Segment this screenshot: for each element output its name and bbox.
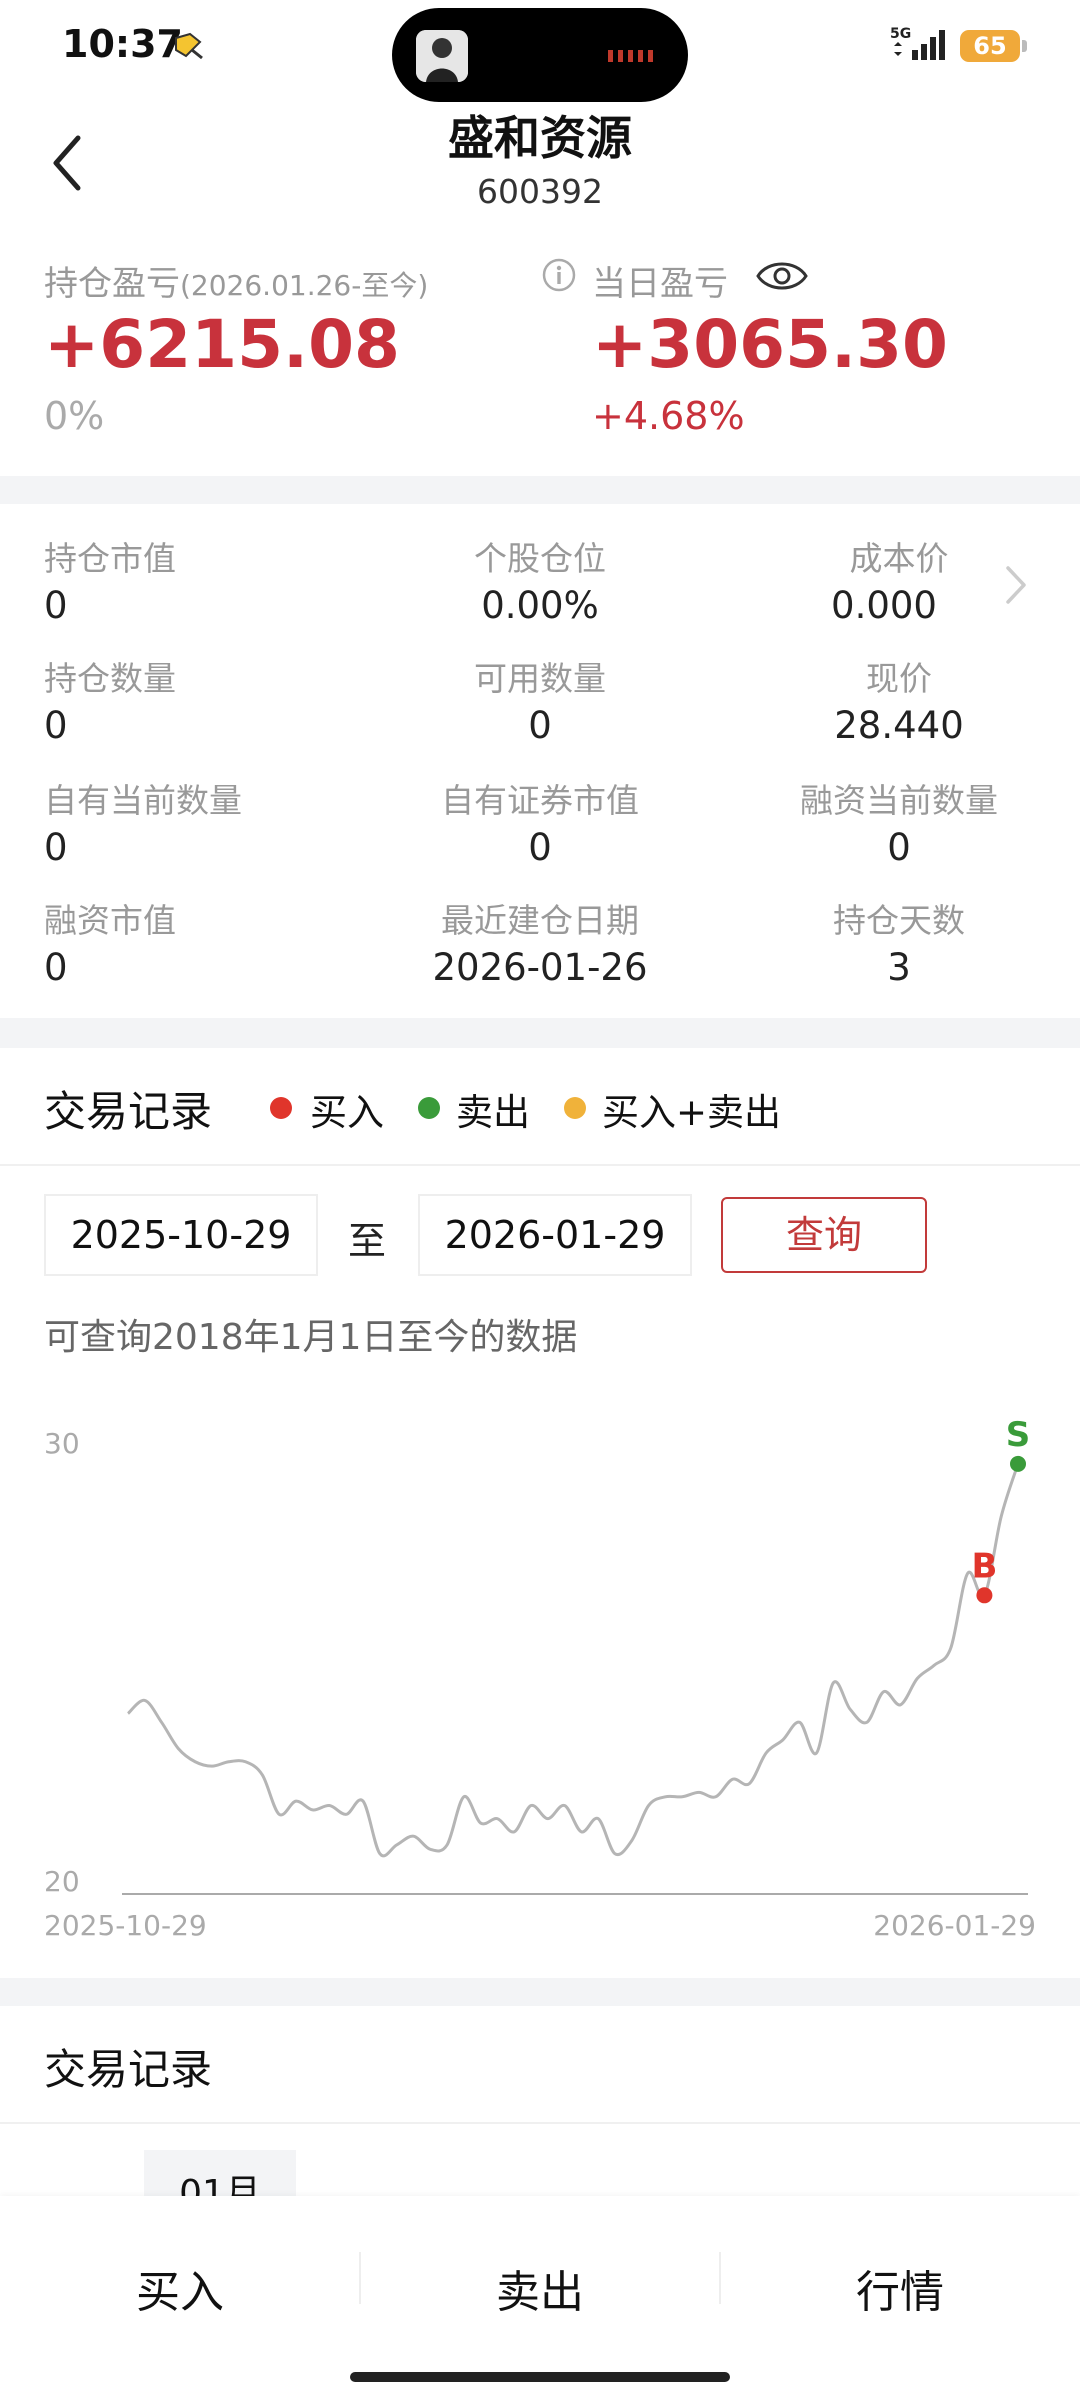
sell-button[interactable]: 卖出 bbox=[360, 2256, 720, 2320]
margin-value: 0 bbox=[44, 946, 68, 989]
dynamic-island bbox=[392, 8, 688, 102]
section-divider bbox=[0, 1978, 1080, 2006]
holding-pl-range: (2026.01.26-至今) bbox=[180, 269, 429, 302]
last-open-date: 2026-01-26 bbox=[432, 946, 648, 989]
sell-marker bbox=[1010, 1455, 1026, 1472]
start-date-input[interactable]: 2025-10-29 bbox=[44, 1194, 318, 1276]
own-securities-value: 0 bbox=[528, 826, 552, 869]
own-qty: 0 bbox=[44, 826, 68, 869]
legend-both-label: 买入+卖出 bbox=[602, 1091, 782, 1134]
sell-marker-label: S bbox=[1006, 1415, 1031, 1455]
margin-qty-label: 融资当前数量 bbox=[800, 781, 998, 820]
battery-tip bbox=[1022, 40, 1027, 52]
bottom-action-bar: 买入 卖出 行情 bbox=[0, 2196, 1080, 2400]
end-date-input[interactable]: 2026-01-29 bbox=[418, 1194, 692, 1276]
buy-marker bbox=[976, 1587, 993, 1604]
holding-qty: 0 bbox=[44, 704, 68, 747]
holding-days-label: 持仓天数 bbox=[833, 901, 965, 940]
last-open-date-label: 最近建仓日期 bbox=[441, 901, 639, 940]
legend-both-dot bbox=[564, 1097, 586, 1119]
daily-pl-percent: +4.68% bbox=[592, 394, 745, 438]
holding-pl-label: 持仓盈亏(2026.01.26-至今) bbox=[44, 264, 429, 304]
market-button[interactable]: 行情 bbox=[720, 2256, 1080, 2320]
battery-indicator: 65 bbox=[960, 30, 1020, 62]
x-tick-label: 2026-01-29 bbox=[873, 1909, 1036, 1942]
y-tick-label: 30 bbox=[44, 1427, 80, 1460]
daily-pl-value: +3065.30 bbox=[592, 306, 948, 383]
trades-title: 交易记录 bbox=[44, 1087, 213, 1136]
avatar bbox=[416, 30, 468, 82]
legend-sell-dot bbox=[418, 1097, 440, 1119]
available-qty-label: 可用数量 bbox=[474, 659, 606, 698]
section-divider bbox=[0, 476, 1080, 504]
current-price-label: 现价 bbox=[866, 659, 932, 698]
holding-pl-percent: 0% bbox=[44, 394, 105, 438]
info-icon[interactable] bbox=[542, 258, 576, 292]
range-to-label: 至 bbox=[348, 1219, 387, 1263]
query-button[interactable]: 查询 bbox=[721, 1197, 927, 1273]
holding-qty-label: 持仓数量 bbox=[44, 659, 176, 698]
margin-qty: 0 bbox=[887, 826, 911, 869]
market-value: 0 bbox=[44, 584, 68, 627]
market-value-label: 持仓市值 bbox=[44, 539, 176, 578]
chevron-right-icon[interactable] bbox=[1000, 560, 1030, 610]
svg-text:5G: 5G bbox=[890, 26, 911, 42]
section-divider bbox=[0, 1018, 1080, 1048]
records-title: 交易记录 bbox=[44, 2045, 213, 2094]
status-bar: 10:37 5G 65 bbox=[0, 0, 1080, 102]
price-line bbox=[126, 1463, 1020, 1858]
holding-days: 3 bbox=[887, 946, 911, 989]
price-chart: 30 20 2025-10-29 2026-01-29 B S bbox=[44, 1415, 1036, 1942]
home-indicator[interactable] bbox=[350, 2372, 730, 2382]
notes-icon bbox=[175, 32, 203, 60]
status-time: 10:37 bbox=[62, 22, 183, 66]
divider-line bbox=[0, 1164, 1080, 1166]
legend-sell-label: 卖出 bbox=[456, 1091, 530, 1134]
query-hint: 可查询2018年1月1日至今的数据 bbox=[44, 1317, 578, 1358]
own-qty-label: 自有当前数量 bbox=[44, 781, 242, 820]
available-qty: 0 bbox=[528, 704, 552, 747]
page-title: 盛和资源 bbox=[448, 111, 632, 165]
position-ratio: 0.00% bbox=[481, 584, 599, 627]
signal-icon: 5G bbox=[890, 26, 945, 60]
holding-pl-value: +6215.08 bbox=[44, 306, 400, 383]
current-price: 28.440 bbox=[834, 704, 964, 747]
position-ratio-label: 个股仓位 bbox=[474, 539, 606, 578]
x-tick-label: 2025-10-29 bbox=[44, 1909, 207, 1942]
buy-marker-label: B bbox=[971, 1546, 997, 1586]
divider-line bbox=[0, 2122, 1080, 2124]
legend-buy-dot bbox=[270, 1097, 292, 1119]
month-tab[interactable]: 01月 bbox=[144, 2150, 296, 2200]
legend-buy-label: 买入 bbox=[310, 1091, 384, 1134]
eye-icon[interactable] bbox=[754, 256, 810, 296]
margin-value-label: 融资市值 bbox=[44, 901, 176, 940]
own-securities-value-label: 自有证券市值 bbox=[441, 781, 639, 820]
audio-bars-icon bbox=[608, 50, 653, 62]
cost-price: 0.000 bbox=[831, 584, 937, 627]
daily-pl-label: 当日盈亏 bbox=[592, 264, 728, 304]
buy-button[interactable]: 买入 bbox=[0, 2256, 360, 2320]
stock-code: 600392 bbox=[477, 172, 603, 211]
y-tick-label: 20 bbox=[44, 1865, 80, 1898]
